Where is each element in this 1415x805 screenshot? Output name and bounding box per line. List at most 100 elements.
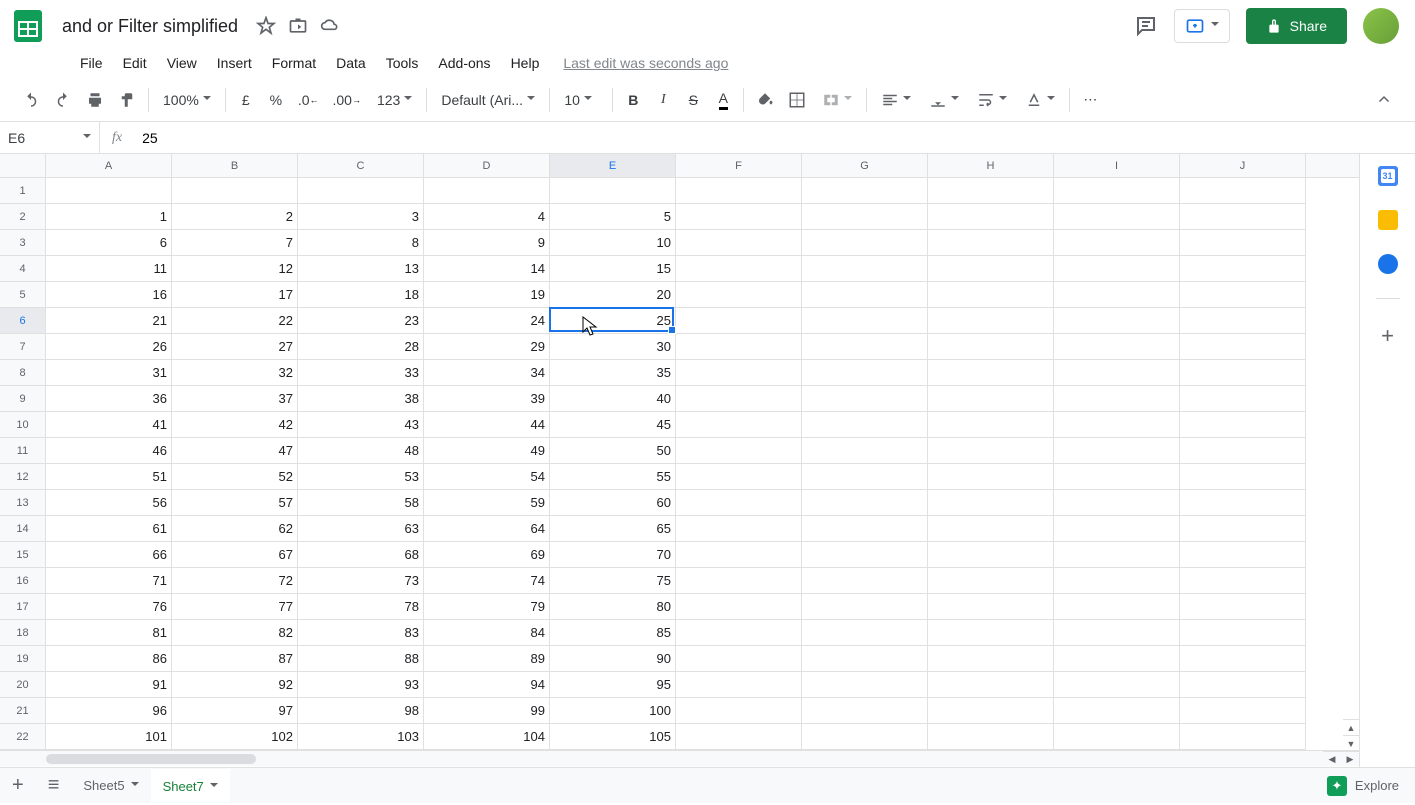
cell[interactable] bbox=[1054, 308, 1180, 334]
increase-decimal-button[interactable]: .00→ bbox=[327, 86, 367, 114]
cell[interactable] bbox=[802, 256, 928, 282]
cell[interactable] bbox=[676, 360, 802, 386]
cell[interactable] bbox=[802, 334, 928, 360]
cell[interactable] bbox=[1054, 464, 1180, 490]
cell[interactable] bbox=[298, 178, 424, 204]
cell[interactable]: 67 bbox=[172, 542, 298, 568]
cell[interactable]: 8 bbox=[298, 230, 424, 256]
sheet-tab[interactable]: Sheet5 bbox=[71, 769, 150, 802]
cell[interactable]: 56 bbox=[46, 490, 172, 516]
cell[interactable] bbox=[1180, 620, 1306, 646]
row-header[interactable]: 10 bbox=[0, 412, 45, 438]
cell[interactable] bbox=[676, 672, 802, 698]
explore-button[interactable]: ✦ Explore bbox=[1311, 768, 1415, 804]
cell[interactable]: 4 bbox=[424, 204, 550, 230]
row-header[interactable]: 14 bbox=[0, 516, 45, 542]
cell[interactable]: 18 bbox=[298, 282, 424, 308]
cell[interactable] bbox=[1054, 698, 1180, 724]
cell[interactable] bbox=[1180, 204, 1306, 230]
cell[interactable] bbox=[802, 178, 928, 204]
cell[interactable] bbox=[676, 490, 802, 516]
cell[interactable]: 88 bbox=[298, 646, 424, 672]
cell[interactable] bbox=[676, 438, 802, 464]
cell[interactable]: 72 bbox=[172, 568, 298, 594]
cell[interactable]: 42 bbox=[172, 412, 298, 438]
cell[interactable] bbox=[676, 178, 802, 204]
calendar-icon[interactable]: 31 bbox=[1378, 166, 1398, 186]
fill-color-button[interactable] bbox=[750, 86, 780, 114]
scroll-down-button[interactable]: ▼ bbox=[1343, 735, 1359, 751]
cell[interactable] bbox=[1180, 308, 1306, 334]
cell[interactable] bbox=[928, 620, 1054, 646]
collapse-toolbar-button[interactable] bbox=[1369, 86, 1399, 114]
tasks-icon[interactable] bbox=[1378, 254, 1398, 274]
cell[interactable]: 30 bbox=[550, 334, 676, 360]
row-header[interactable]: 19 bbox=[0, 646, 45, 672]
column-header[interactable]: J bbox=[1180, 154, 1306, 177]
cell[interactable]: 89 bbox=[424, 646, 550, 672]
cell[interactable]: 15 bbox=[550, 256, 676, 282]
cell[interactable] bbox=[1180, 412, 1306, 438]
cell[interactable] bbox=[1180, 594, 1306, 620]
cell[interactable] bbox=[1180, 360, 1306, 386]
column-header[interactable]: C bbox=[298, 154, 424, 177]
cell[interactable] bbox=[172, 178, 298, 204]
cell[interactable] bbox=[676, 646, 802, 672]
cell[interactable] bbox=[1180, 724, 1306, 750]
cell[interactable] bbox=[676, 724, 802, 750]
cell[interactable] bbox=[676, 204, 802, 230]
cell[interactable] bbox=[1180, 490, 1306, 516]
cell[interactable]: 100 bbox=[550, 698, 676, 724]
cell[interactable]: 92 bbox=[172, 672, 298, 698]
cell[interactable] bbox=[1054, 230, 1180, 256]
menu-tools[interactable]: Tools bbox=[378, 51, 427, 75]
cell[interactable]: 21 bbox=[46, 308, 172, 334]
cell[interactable]: 24 bbox=[424, 308, 550, 334]
font-size-dropdown[interactable]: 10 bbox=[556, 88, 606, 112]
cell[interactable]: 33 bbox=[298, 360, 424, 386]
cell[interactable]: 49 bbox=[424, 438, 550, 464]
cell[interactable] bbox=[928, 412, 1054, 438]
cell[interactable]: 57 bbox=[172, 490, 298, 516]
cloud-icon[interactable] bbox=[320, 16, 340, 36]
cell[interactable]: 82 bbox=[172, 620, 298, 646]
menu-data[interactable]: Data bbox=[328, 51, 374, 75]
cell[interactable] bbox=[676, 464, 802, 490]
row-header[interactable]: 11 bbox=[0, 438, 45, 464]
cell[interactable]: 70 bbox=[550, 542, 676, 568]
comments-icon[interactable] bbox=[1134, 14, 1158, 38]
row-header[interactable]: 8 bbox=[0, 360, 45, 386]
cell[interactable]: 37 bbox=[172, 386, 298, 412]
cell[interactable] bbox=[802, 568, 928, 594]
cell[interactable]: 94 bbox=[424, 672, 550, 698]
column-header[interactable]: I bbox=[1054, 154, 1180, 177]
cell[interactable] bbox=[1180, 672, 1306, 698]
cell[interactable]: 45 bbox=[550, 412, 676, 438]
cell[interactable] bbox=[1180, 178, 1306, 204]
cell[interactable] bbox=[1180, 256, 1306, 282]
cell[interactable]: 61 bbox=[46, 516, 172, 542]
row-header[interactable]: 16 bbox=[0, 568, 45, 594]
cell[interactable]: 44 bbox=[424, 412, 550, 438]
cell[interactable]: 64 bbox=[424, 516, 550, 542]
cell[interactable]: 6 bbox=[46, 230, 172, 256]
cell[interactable]: 32 bbox=[172, 360, 298, 386]
wrap-dropdown[interactable] bbox=[969, 87, 1015, 113]
cell[interactable] bbox=[676, 542, 802, 568]
cell[interactable]: 104 bbox=[424, 724, 550, 750]
cell[interactable] bbox=[802, 490, 928, 516]
cell[interactable]: 14 bbox=[424, 256, 550, 282]
row-header[interactable]: 9 bbox=[0, 386, 45, 412]
column-header[interactable]: G bbox=[802, 154, 928, 177]
cell[interactable] bbox=[802, 516, 928, 542]
column-header[interactable]: H bbox=[928, 154, 1054, 177]
cell[interactable]: 10 bbox=[550, 230, 676, 256]
v-align-dropdown[interactable] bbox=[921, 87, 967, 113]
cell[interactable] bbox=[1054, 386, 1180, 412]
sheets-logo[interactable] bbox=[8, 6, 48, 46]
cell[interactable] bbox=[676, 568, 802, 594]
cell[interactable] bbox=[550, 178, 676, 204]
cell[interactable]: 65 bbox=[550, 516, 676, 542]
cell[interactable]: 87 bbox=[172, 646, 298, 672]
cell[interactable]: 1 bbox=[46, 204, 172, 230]
